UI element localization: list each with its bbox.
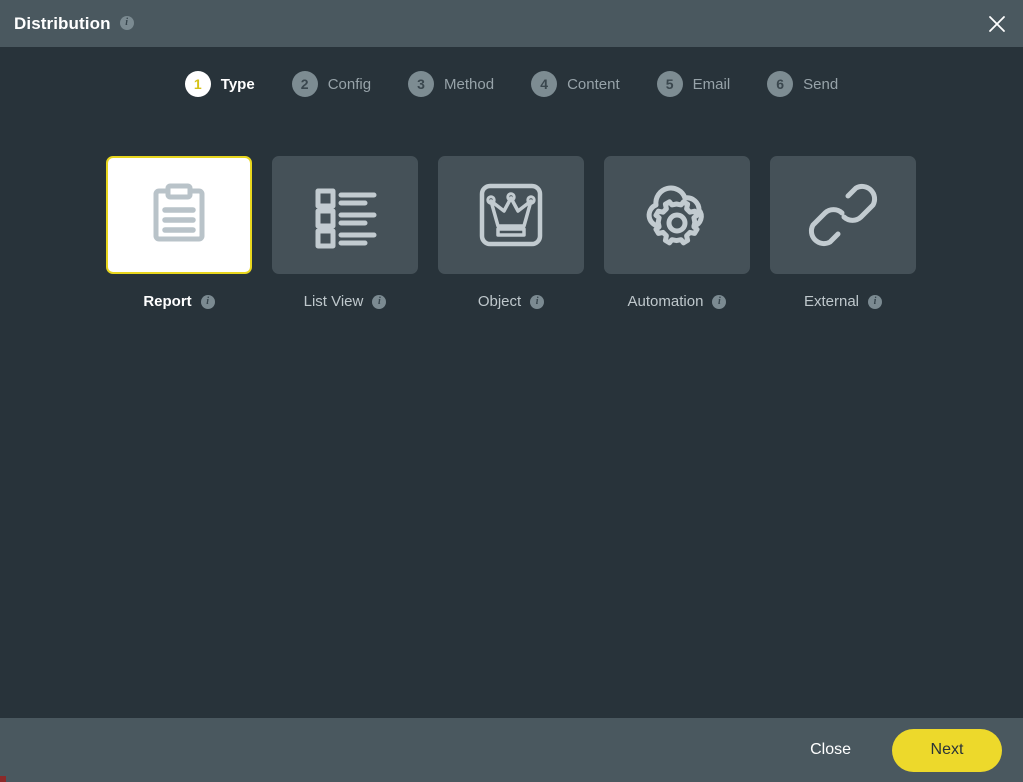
type-label-row: List View i [304, 293, 387, 310]
step-number: 2 [291, 71, 318, 97]
wizard-step-type[interactable]: 1 Type [184, 71, 255, 97]
close-button[interactable]: Close [810, 741, 851, 759]
type-option-label: Automation [627, 293, 704, 310]
info-icon[interactable]: i [200, 294, 215, 309]
type-option-automation: Automation i [604, 156, 750, 310]
wizard-step-email[interactable]: 5 Email [656, 71, 731, 97]
step-label: Send [803, 75, 839, 93]
info-icon[interactable]: i [868, 294, 883, 309]
wizard-step-content[interactable]: 4 Content [531, 71, 620, 97]
dialog-body: 1 Type 2 Config 3 Method 4 Content 5 Ema… [0, 47, 1023, 718]
dialog-titlebar: Distribution i [0, 0, 1023, 47]
step-number: 3 [408, 71, 435, 97]
corner-artifact [0, 776, 6, 782]
type-option-label: External [803, 293, 860, 310]
next-button[interactable]: Next [892, 728, 1002, 772]
type-option-external: External i [770, 156, 916, 310]
cloud-gear-icon [646, 185, 704, 246]
wizard-step-config[interactable]: 2 Config [291, 71, 372, 97]
link-chain-icon [808, 183, 878, 247]
step-label: Content [567, 75, 620, 93]
step-label: Method [444, 75, 495, 93]
type-option-object: Object i [438, 156, 584, 310]
type-tile-report[interactable] [106, 156, 252, 274]
step-number: 5 [656, 71, 683, 97]
type-tile-automation[interactable] [604, 156, 750, 274]
step-number: 6 [767, 71, 794, 97]
type-option-label: Object [477, 293, 522, 310]
info-icon[interactable]: i [712, 294, 727, 309]
type-label-row: Automation i [628, 293, 727, 310]
clipboard-icon [153, 183, 205, 242]
wizard-step-send[interactable]: 6 Send [767, 71, 838, 97]
dialog-footer: Close Next [0, 718, 1023, 782]
type-option-label: Report [143, 293, 192, 310]
crown-in-square-icon [479, 183, 543, 247]
type-label-row: Report i [143, 293, 215, 310]
info-icon[interactable]: i [372, 294, 387, 309]
step-number: 1 [184, 71, 211, 97]
step-label: Type [220, 75, 255, 93]
list-view-icon [315, 188, 377, 249]
page-title: Distribution [14, 13, 111, 33]
type-label-row: External i [803, 293, 883, 310]
type-option-list-view: List View i [272, 156, 418, 310]
distribution-type-options: Report i List View i Object i Automation… [106, 156, 916, 310]
type-option-report: Report i [106, 156, 252, 310]
wizard-step-method[interactable]: 3 Method [408, 71, 494, 97]
step-label: Email [692, 75, 731, 93]
step-number: 4 [531, 71, 558, 97]
close-icon[interactable] [979, 6, 1015, 42]
type-tile-external[interactable] [770, 156, 916, 274]
info-icon[interactable]: i [119, 15, 134, 30]
type-tile-object[interactable] [438, 156, 584, 274]
wizard-steps: 1 Type 2 Config 3 Method 4 Content 5 Ema… [0, 71, 1023, 97]
info-icon[interactable]: i [530, 294, 545, 309]
step-label: Config [327, 75, 372, 93]
type-label-row: Object i [477, 293, 545, 310]
type-tile-list-view[interactable] [272, 156, 418, 274]
type-option-label: List View [303, 293, 364, 310]
